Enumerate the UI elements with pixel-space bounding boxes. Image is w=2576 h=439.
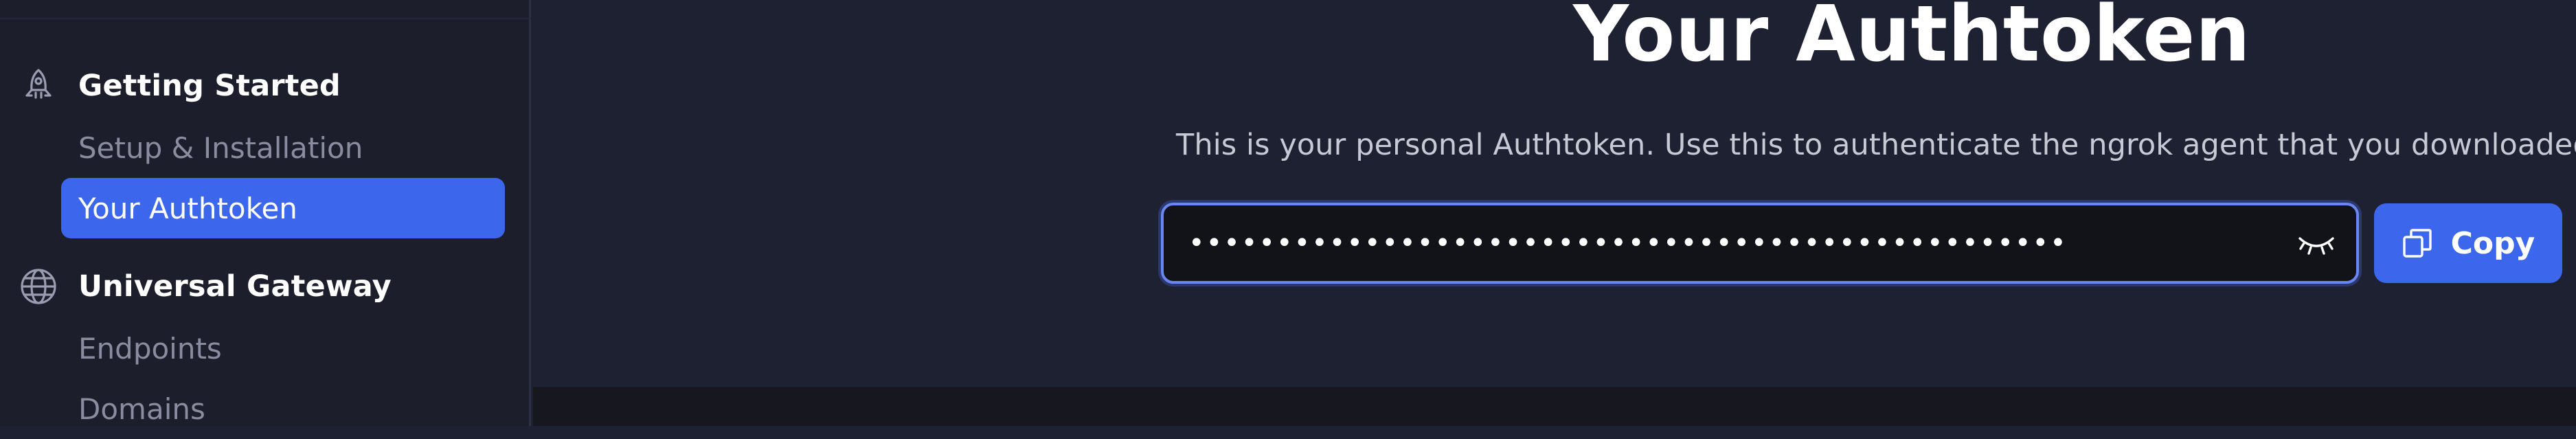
globe-icon bbox=[19, 267, 58, 306]
sidebar-section-getting-started[interactable]: Getting Started bbox=[19, 62, 341, 110]
sidebar-item-endpoints[interactable]: Endpoints bbox=[61, 318, 505, 379]
eye-closed-icon[interactable] bbox=[2296, 226, 2337, 262]
section-title: Getting Started bbox=[78, 69, 341, 103]
section-title: Universal Gateway bbox=[78, 269, 392, 304]
page-description: This is your personal Authtoken. Use thi… bbox=[1176, 128, 2576, 162]
copy-button-label: Copy bbox=[2450, 225, 2535, 261]
rocket-icon bbox=[19, 67, 58, 105]
sidebar-section-universal-gateway[interactable]: Universal Gateway bbox=[19, 262, 392, 311]
copy-icon bbox=[2402, 227, 2433, 259]
copy-button[interactable]: Copy bbox=[2374, 203, 2562, 283]
sidebar-item-domains[interactable]: Domains bbox=[61, 379, 505, 439]
main-content bbox=[533, 0, 2576, 387]
sidebar-item-your-authtoken[interactable]: Your Authtoken bbox=[61, 178, 505, 238]
page-title: Your Authtoken bbox=[1573, 0, 2251, 79]
authtoken-input[interactable] bbox=[1188, 205, 2260, 281]
sidebar: Getting Started Setup & Installation You… bbox=[0, 0, 531, 426]
content-footer-strip bbox=[533, 387, 2576, 426]
sidebar-item-setup-installation[interactable]: Setup & Installation bbox=[61, 117, 505, 178]
authtoken-field[interactable] bbox=[1161, 203, 2359, 284]
sidebar-divider bbox=[0, 18, 531, 19]
